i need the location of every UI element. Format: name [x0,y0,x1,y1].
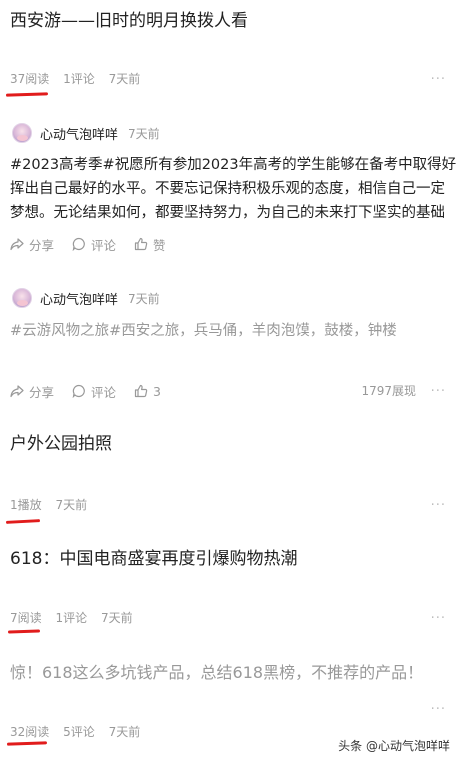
post-header: 心动气泡咩咩 7天前 [12,287,160,309]
play-count: 1播放 [10,498,42,512]
red-underline-mark [6,741,48,746]
read-count: 37阅读 [10,72,50,86]
read-count: 32阅读 [10,725,50,739]
post-text[interactable]: #云游风物之旅#西安之旅，兵马俑，羊肉泡馍，鼓楼，钟楼 [10,319,458,343]
author-name[interactable]: 心动气泡咩咩 [40,124,118,143]
post-actions: 分享 评论 赞 [10,235,184,253]
comment-icon [72,384,85,398]
publish-time: 7天前 [128,291,160,306]
more-icon[interactable]: ··· [431,73,446,86]
like-label: 赞 [153,237,166,253]
comment-icon [72,237,85,251]
like-count: 3 [153,383,161,399]
comment-label: 评论 [91,237,117,253]
publish-time: 7天前 [108,725,141,739]
comment-button[interactable]: 评论 [72,382,116,401]
comment-count[interactable]: 1评论 [63,72,95,86]
more-icon[interactable]: ··· [431,612,446,625]
thumbs-up-icon [134,237,148,251]
publish-time: 7天前 [108,72,141,86]
article-title[interactable]: 惊！618这么多坑钱产品，总结618黑榜，不推荐的产品！ [10,662,423,684]
more-icon[interactable]: ··· [431,385,446,398]
post-actions: 分享 评论 3 [10,382,179,400]
red-underline-mark [5,92,49,97]
read-count: 7阅读 [10,611,42,625]
share-button[interactable]: 分享 [10,235,54,254]
publish-time: 7天前 [128,126,160,141]
article-title[interactable]: 西安游——旧时的明月换拨人看 [10,10,248,32]
thumbs-up-icon [134,384,148,398]
comment-count[interactable]: 5评论 [63,725,95,739]
author-name[interactable]: 心动气泡咩咩 [40,289,118,308]
like-button[interactable]: 赞 [134,235,166,254]
red-underline-mark [7,629,41,634]
comment-button[interactable]: 评论 [72,235,116,254]
publish-time: 7天前 [55,498,88,512]
more-icon[interactable]: ··· [431,703,446,716]
article-title[interactable]: 618：中国电商盛宴再度引爆购物热潮 [10,548,297,570]
more-icon[interactable]: ··· [431,499,446,512]
watermark: 头条 @心动气泡咩咩 [338,739,450,753]
avatar[interactable] [12,288,32,308]
share-button[interactable]: 分享 [10,382,54,401]
share-icon [10,384,24,397]
article-meta: 37阅读 1评论 7天前 [10,71,150,87]
publish-time: 7天前 [100,611,133,625]
like-button[interactable]: 3 [134,384,161,399]
share-label: 分享 [29,237,55,253]
view-count: 1797展现 [361,384,416,398]
video-meta: 1播放 7天前 [10,497,97,513]
red-underline-mark [5,519,41,524]
article-meta: 7阅读 1评论 7天前 [10,610,143,626]
comment-label: 评论 [91,384,117,400]
article-meta: 32阅读 5评论 7天前 [10,724,150,740]
comment-count[interactable]: 1评论 [55,611,87,625]
post-header: 心动气泡咩咩 7天前 [12,122,160,144]
video-title[interactable]: 户外公园拍照 [10,433,112,455]
post-text[interactable]: #2023高考季#祝愿所有参加2023年高考的学生能够在备考中取得好挥出自己最好… [10,153,458,225]
share-label: 分享 [29,384,55,400]
avatar[interactable] [12,123,32,143]
share-icon [10,237,24,250]
